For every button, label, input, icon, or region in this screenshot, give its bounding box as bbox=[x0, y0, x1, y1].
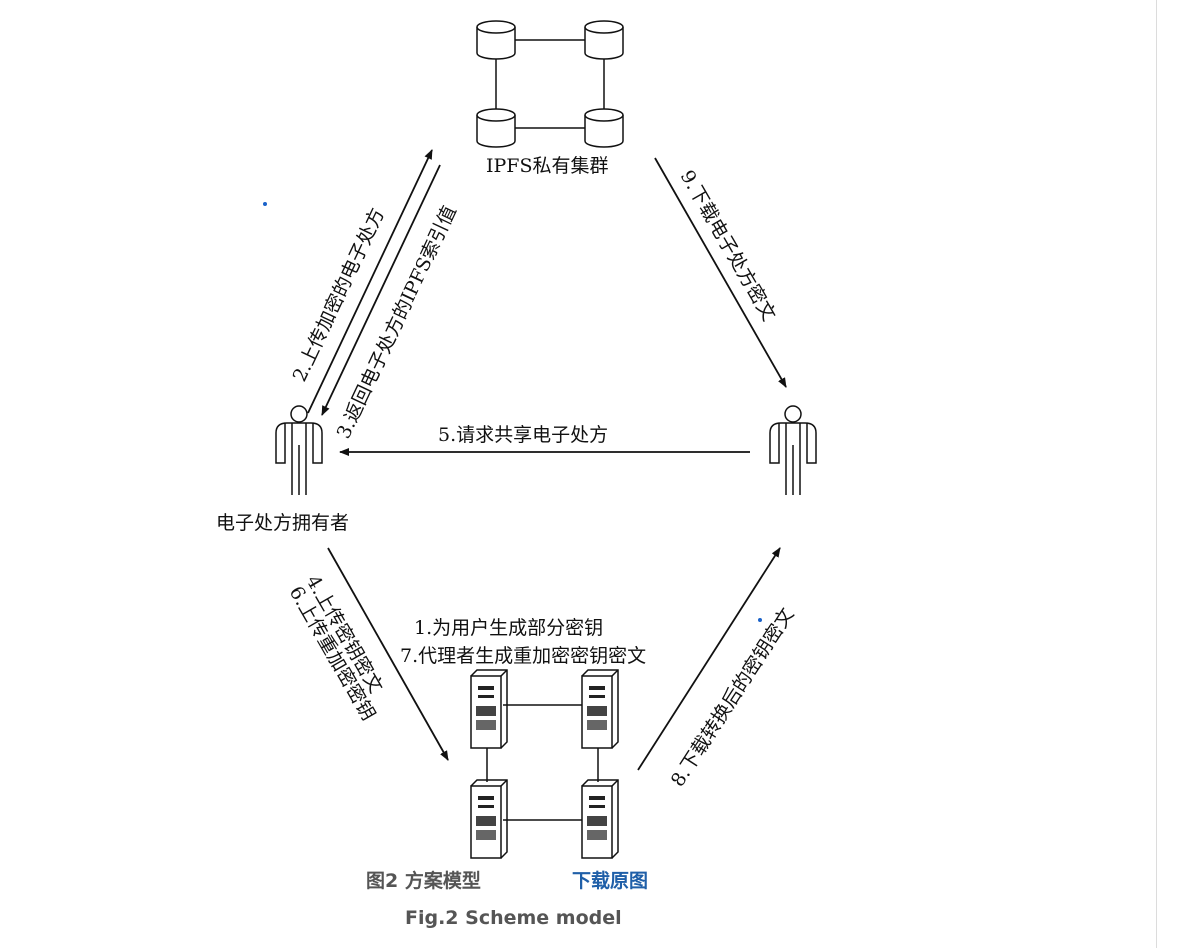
figure-caption-en: Fig.2 Scheme model bbox=[405, 907, 622, 929]
database-icon bbox=[584, 20, 624, 60]
requester-person-icon bbox=[769, 405, 817, 496]
proxy-server-cluster bbox=[470, 669, 619, 859]
owner-person-icon bbox=[275, 405, 323, 496]
ipfs-cluster-label: IPFS私有集群 bbox=[486, 155, 609, 177]
stray-dot bbox=[758, 618, 762, 622]
edge-label-9: 9.下载电子处方密文 bbox=[676, 167, 780, 325]
download-original-link[interactable]: 下载原图 bbox=[572, 866, 648, 893]
edge-label-1: 1.为用户生成部分密钥 bbox=[414, 617, 603, 639]
stray-dot bbox=[263, 202, 267, 206]
owner-label: 电子处方拥有者 bbox=[216, 512, 349, 534]
edge-label-8: 8.下载转换后的密钥密文 bbox=[667, 604, 799, 791]
server-icon bbox=[470, 669, 508, 749]
scheme-model-diagram: IPFS私有集群 电子处方拥有者 1.为用户生成部分密钥 7.代理者生成重加密密… bbox=[216, 20, 817, 859]
ipfs-cluster bbox=[476, 20, 624, 148]
server-icon bbox=[470, 779, 508, 859]
database-icon bbox=[476, 20, 516, 60]
server-icon bbox=[581, 779, 619, 859]
server-icon bbox=[581, 669, 619, 749]
figure-caption-cn: 图2 方案模型 bbox=[366, 870, 481, 892]
database-icon bbox=[476, 108, 516, 148]
arrow-9 bbox=[654, 157, 787, 388]
edge-label-5: 5.请求共享电子处方 bbox=[438, 424, 608, 446]
database-icon bbox=[584, 108, 624, 148]
edge-label-7: 7.代理者生成重加密密钥密文 bbox=[400, 645, 646, 667]
edge-label-3: 3.返回电子处方的IPFS索引值 bbox=[333, 202, 461, 442]
